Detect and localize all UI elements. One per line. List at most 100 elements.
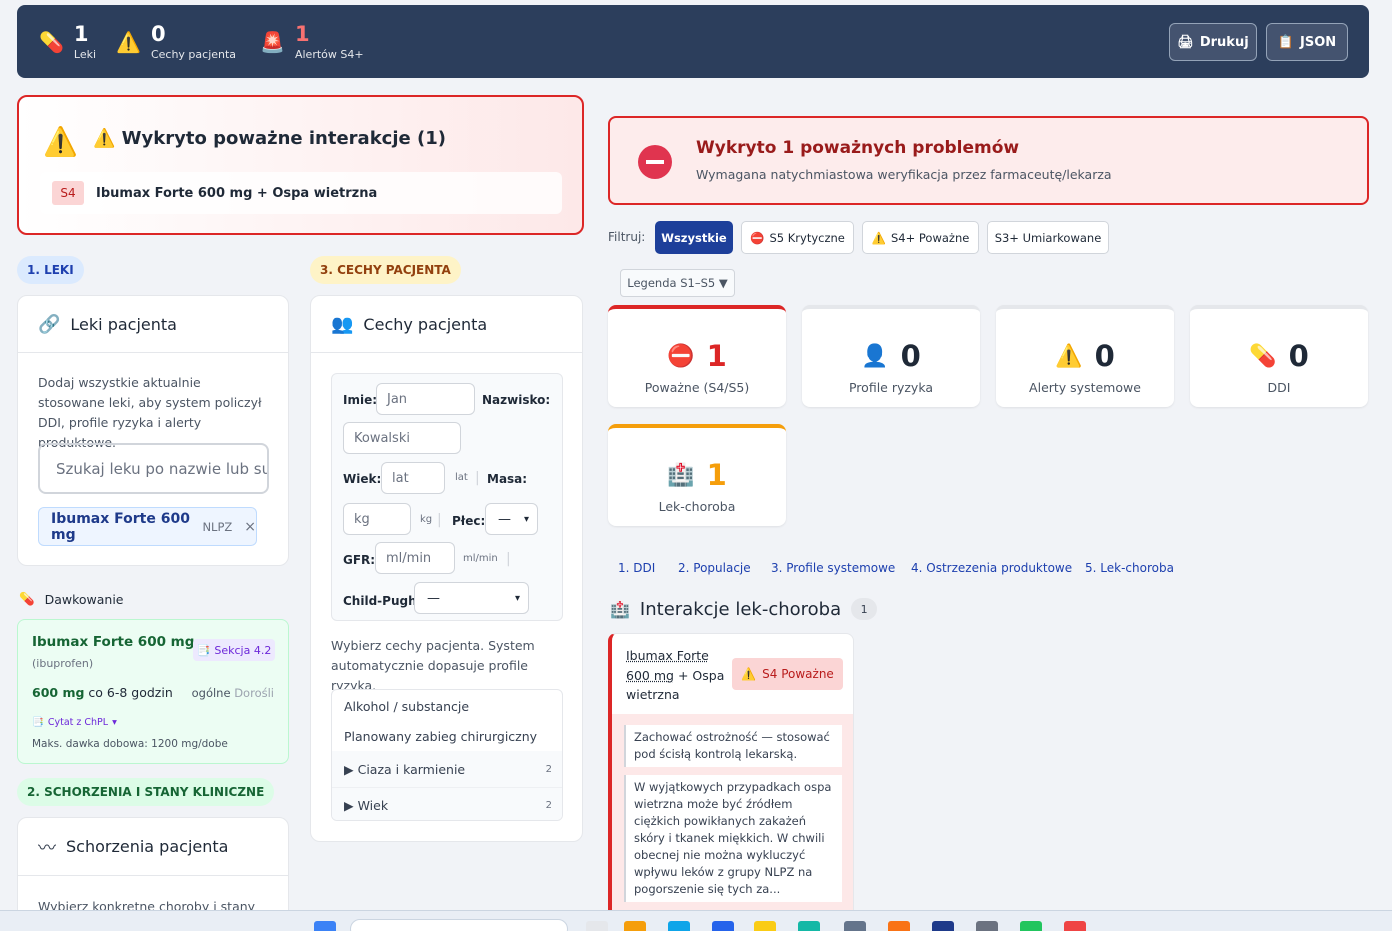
summary-ddi-label: DDI bbox=[1267, 380, 1291, 395]
meds-description: Dodaj wszystkie aktualnie stosowane leki… bbox=[38, 375, 262, 450]
filter-s5[interactable]: ⛔ S5 Krytyczne bbox=[741, 221, 854, 254]
summary-system-alerts[interactable]: ⚠️ 0 Alerty systemowe bbox=[996, 305, 1174, 407]
hospital-icon: 🏥 bbox=[610, 599, 630, 619]
file-icon[interactable] bbox=[586, 921, 608, 931]
filter-s4[interactable]: ⚠️ S4+ Poważne bbox=[862, 221, 979, 254]
traits-card-header: 👥 Cechy pacjenta bbox=[311, 296, 582, 353]
hospital-icon: 🏥 bbox=[667, 462, 695, 488]
tab-product-warnings[interactable]: 4. Ostrzezenia produktowe bbox=[911, 561, 1072, 575]
meds-card-title: Leki pacjenta bbox=[70, 314, 177, 334]
last-name-label: Nazwisko: bbox=[482, 393, 551, 407]
tab-populations[interactable]: 2. Populacje bbox=[678, 561, 751, 575]
mass-unit: kg bbox=[420, 514, 433, 525]
stop-icon: ⛔ bbox=[750, 230, 765, 245]
interaction-card[interactable]: Ibumax Forte 600 mg + Ospa wietrzna ⚠️ S… bbox=[608, 633, 854, 923]
print-button[interactable]: 🖨 Drukuj bbox=[1169, 23, 1257, 61]
childpugh-label: Child-Pugh: bbox=[343, 594, 422, 608]
app-icon[interactable] bbox=[754, 921, 776, 931]
warning-icon: ⚠️ bbox=[871, 230, 886, 245]
summary-drug-disease-value: 1 bbox=[706, 458, 727, 492]
alert-item[interactable]: S4 Ibumax Forte 600 mg + Ospa wietrzna bbox=[40, 172, 562, 214]
legend-toggle[interactable]: Legenda S1–S5 ▼ bbox=[620, 269, 735, 297]
summary-profiles-label: Profile ryzyka bbox=[848, 380, 933, 395]
browser-icon[interactable] bbox=[798, 921, 820, 931]
app-icon[interactable] bbox=[668, 921, 690, 931]
tab-ddi[interactable]: 1. DDI bbox=[618, 561, 655, 575]
interaction-description: W wyjątkowych przypadkach ospa wietrzna … bbox=[624, 775, 842, 902]
mass-label: Masa: bbox=[487, 472, 528, 486]
severity-label: S4 Poważne bbox=[762, 667, 834, 681]
group-pregnancy[interactable]: ▶ Ciaza i karmienie 2 bbox=[332, 751, 562, 787]
separator: | bbox=[506, 551, 511, 567]
last-name-field[interactable]: Kowalski bbox=[343, 422, 461, 454]
app-icon[interactable] bbox=[712, 921, 734, 931]
filter-s3-label: S3+ Umiarkowane bbox=[994, 230, 1102, 245]
summary-ddi[interactable]: 💊 0 DDI bbox=[1190, 305, 1368, 407]
alert-item-text: Ibumax Forte 600 mg + Ospa wietrzna bbox=[96, 185, 378, 201]
warning-icon: ⚠️ bbox=[43, 125, 78, 158]
app-icon[interactable] bbox=[976, 921, 998, 931]
drug-disease-title: Interakcje lek-choroba bbox=[639, 598, 842, 620]
dosage-scope-row: ogólne Dorośli bbox=[192, 686, 274, 700]
max-dose: Maks. dawka dobowa: 1200 mg/dobe bbox=[32, 738, 228, 750]
clipboard-icon: 📋 bbox=[1277, 34, 1295, 50]
dosage-title: Dawkowanie bbox=[44, 591, 124, 607]
tab-system-profiles[interactable]: 3. Profile systemowe bbox=[771, 561, 895, 575]
section-tag-diseases: 2. SCHORZENIA I STANY KLINICZNE bbox=[17, 778, 275, 806]
section-badge[interactable]: 📑 Sekcja 4.2 bbox=[193, 639, 275, 661]
summary-serious-value: 1 bbox=[706, 339, 727, 373]
summary-profiles-value: 0 bbox=[900, 339, 921, 373]
filter-label: Filtruj: bbox=[608, 230, 646, 244]
summary-drug-disease[interactable]: 🏥 1 Lek-choroba bbox=[608, 424, 786, 526]
stat-meds: 💊 1 Leki bbox=[39, 23, 96, 61]
mass-field[interactable]: kg bbox=[343, 503, 411, 535]
summary-serious[interactable]: ⛔ 1 Poważne (S4/S5) bbox=[608, 305, 786, 407]
summary-profiles[interactable]: 👤 0 Profile ryzyka bbox=[802, 305, 980, 407]
folder-icon[interactable] bbox=[624, 921, 646, 931]
stop-icon bbox=[638, 145, 672, 179]
globe-icon[interactable] bbox=[844, 921, 866, 931]
json-button[interactable]: 📋 JSON bbox=[1266, 23, 1348, 61]
document-icon: 📑 bbox=[32, 717, 44, 728]
tab-drug-disease[interactable]: 5. Lek-choroba bbox=[1085, 561, 1174, 575]
serious-interactions-alert: ⚠️ ⚠️ Wykryto poważne interakcje (1) S4 … bbox=[17, 95, 584, 235]
drug-disease-heading: 🏥 Interakcje lek-choroba 1 bbox=[610, 598, 878, 620]
filter-all-label: Wszystkie bbox=[661, 230, 727, 245]
taskbar-search[interactable] bbox=[350, 919, 568, 931]
group-age-count: 2 bbox=[545, 800, 552, 811]
app-icon[interactable] bbox=[1064, 921, 1086, 931]
diseases-card-header: 〰 Schorzenia pacjenta bbox=[18, 818, 288, 876]
filter-s3[interactable]: S3+ Umiarkowane bbox=[987, 221, 1109, 254]
windows-start-icon[interactable] bbox=[314, 921, 336, 931]
remove-med-button[interactable]: × bbox=[244, 519, 256, 535]
link-icon: 🔗 bbox=[38, 313, 61, 335]
app-icon[interactable] bbox=[932, 921, 954, 931]
first-name-field[interactable]: Jan bbox=[376, 383, 475, 415]
interaction-plus: + bbox=[677, 667, 689, 683]
gfr-field[interactable]: ml/min bbox=[375, 542, 455, 574]
separator: | bbox=[437, 512, 442, 528]
option-alcohol[interactable]: Alkohol / substancje bbox=[332, 691, 562, 721]
citation-toggle[interactable]: 📑 Cytat z ChPL ▾ bbox=[32, 717, 117, 728]
med-search-input[interactable]: Szukaj leku po nazwie lub sub bbox=[38, 443, 269, 494]
app-icon[interactable] bbox=[888, 921, 910, 931]
age-label: Wiek: bbox=[343, 472, 382, 486]
dosage-heading: 💊 Dawkowanie bbox=[19, 591, 124, 607]
filter-all[interactable]: Wszystkie bbox=[655, 221, 733, 254]
group-age[interactable]: ▶ Wiek 2 bbox=[332, 787, 562, 820]
sex-select[interactable]: — ▾ bbox=[485, 503, 538, 535]
trait-options: Alkohol / substancje Planowany zabieg ch… bbox=[331, 689, 563, 821]
age-field[interactable]: lat bbox=[381, 462, 445, 494]
childpugh-select[interactable]: — ▾ bbox=[414, 582, 529, 614]
sex-label: Płec: bbox=[452, 514, 486, 528]
diseases-card-title: Schorzenia pacjenta bbox=[66, 837, 229, 856]
stat-alerts-label: Alertów S4+ bbox=[294, 47, 364, 61]
option-surgery[interactable]: Planowany zabieg chirurgiczny bbox=[332, 721, 562, 751]
stat-traits: ⚠️ 0 Cechy pacjenta bbox=[116, 23, 236, 61]
app-icon[interactable] bbox=[1020, 921, 1042, 931]
med-chip: Ibumax Forte 600 mg NLPZ × bbox=[38, 507, 257, 546]
dosage-amount: 600 mg bbox=[32, 685, 85, 700]
pill-icon: 💊 bbox=[39, 29, 64, 54]
gfr-label: GFR: bbox=[343, 553, 376, 567]
meds-card: 🔗 Leki pacjenta Dodaj wszystkie aktualni… bbox=[17, 295, 289, 566]
